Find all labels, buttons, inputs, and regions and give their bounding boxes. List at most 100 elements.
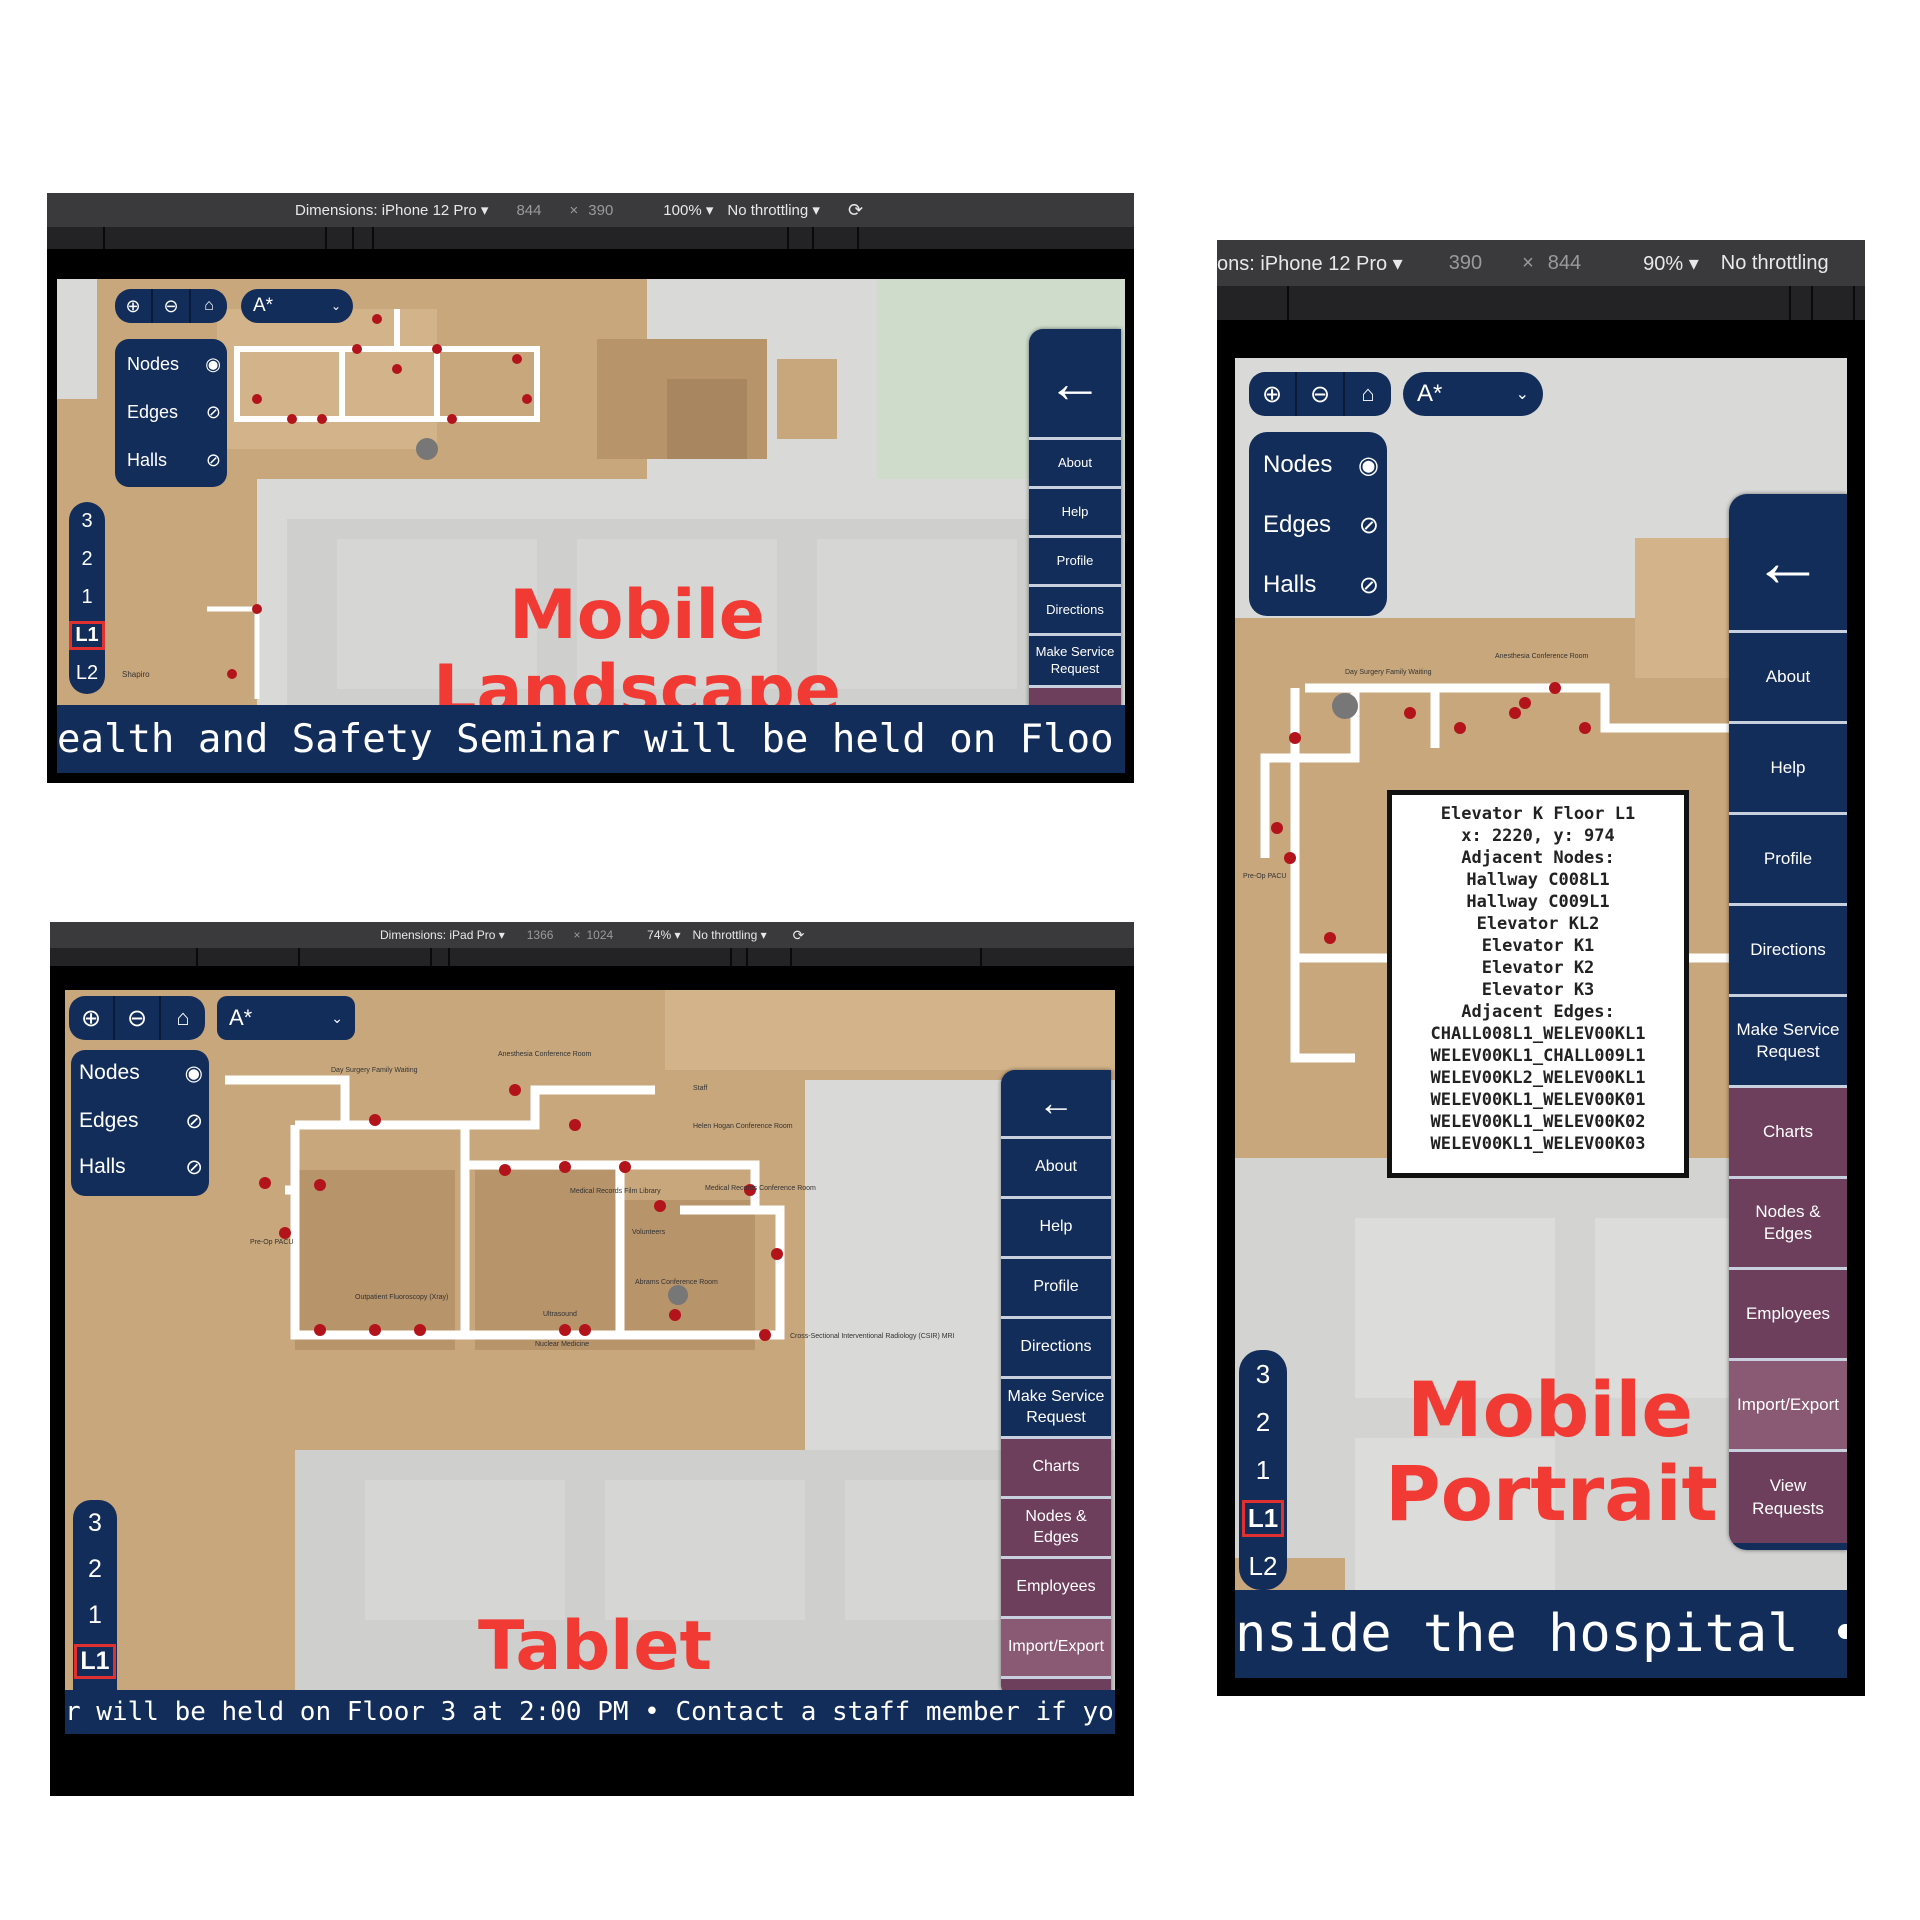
floor-2-button[interactable]: 2 (1239, 1398, 1287, 1446)
zoom-select[interactable]: 74% ▾ (647, 928, 680, 942)
floor-1-button[interactable]: 1 (1239, 1446, 1287, 1494)
menu-employees[interactable]: Employees (1729, 1270, 1847, 1361)
home-button[interactable]: ⌂ (191, 289, 227, 323)
height-field[interactable]: 844 (1548, 252, 1581, 275)
floor-1-button[interactable]: 1 (73, 1592, 117, 1638)
menu-charts[interactable]: Charts (1729, 1088, 1847, 1179)
menu-directions[interactable]: Directions (1729, 906, 1847, 997)
menu-profile[interactable]: Profile (1729, 815, 1847, 906)
menu-nodes-edges[interactable]: Nodes & Edges (1729, 1179, 1847, 1270)
device-select[interactable]: ons: iPhone 12 Pro ▾ (1217, 251, 1403, 276)
menu-profile[interactable]: Profile (1001, 1259, 1111, 1319)
zoom-in-button[interactable]: ⊕ (1249, 372, 1297, 416)
menu-service-request[interactable]: Make Service Request (1729, 997, 1847, 1088)
announcement-ticker: r will be held on Floor 3 at 2:00 PM • C… (65, 1690, 1115, 1734)
landscape-frame: Dimensions: iPhone 12 Pro ▾ 844 × 390 10… (47, 193, 1134, 783)
nodes-toggle[interactable]: Nodes ◉ (1263, 448, 1379, 482)
floor-l1-button[interactable]: L1 (73, 1638, 117, 1684)
home-icon: ⌂ (204, 297, 214, 314)
back-button[interactable]: ← (1001, 1070, 1111, 1139)
menu-import-export[interactable]: Import/Export (1729, 1361, 1847, 1452)
zoom-out-button[interactable]: ⊖ (115, 996, 161, 1040)
popup-line: Hallway C009L1 (1466, 892, 1610, 912)
halls-toggle[interactable]: Halls ⊘ (127, 447, 221, 473)
floor-selector: 3 2 1 L1 L2 (69, 502, 105, 694)
menu-about[interactable]: About (1729, 633, 1847, 724)
side-menu: ← About Help Profile Directions Make Ser… (1001, 1070, 1111, 1698)
width-field[interactable]: 1366 (527, 928, 554, 942)
map-label: Anesthesia Conference Room (498, 1051, 592, 1058)
menu-help[interactable]: Help (1001, 1199, 1111, 1259)
algorithm-select[interactable]: A* ⌄ (217, 996, 355, 1040)
floor-label: 2 (88, 1554, 102, 1583)
layout-label: Mobile Portrait (1385, 1368, 1718, 1535)
floor-1-button[interactable]: 1 (69, 578, 105, 616)
floor-l2-button[interactable]: L2 (69, 654, 105, 692)
edges-toggle[interactable]: Edges ⊘ (79, 1106, 203, 1136)
popup-line: WELEV00KL2_WELEV00KL1 (1430, 1068, 1646, 1088)
map-label: Pre-Op PACU (1243, 873, 1286, 880)
menu-employees[interactable]: Employees (1001, 1559, 1111, 1619)
width-field[interactable]: 390 (1449, 252, 1482, 275)
device-select[interactable]: Dimensions: iPhone 12 Pro ▾ (295, 201, 488, 219)
floor-l2-button[interactable]: L2 (1239, 1542, 1287, 1590)
floor-label: L1 (69, 620, 105, 650)
rotate-icon[interactable]: ⟳ (793, 927, 805, 944)
width-field[interactable]: 844 (516, 202, 541, 219)
halls-toggle[interactable]: Halls ⊘ (1263, 568, 1379, 602)
menu-profile[interactable]: Profile (1029, 538, 1121, 587)
menu-import-export[interactable]: Import/Export (1001, 1619, 1111, 1679)
menu-about[interactable]: About (1001, 1139, 1111, 1199)
zoom-toolbar: ⊕ ⊖ ⌂ (1249, 372, 1391, 416)
zoom-in-icon: ⊕ (125, 295, 141, 316)
menu-service-request[interactable]: Make Service Request (1029, 636, 1121, 688)
floor-2-button[interactable]: 2 (69, 540, 105, 578)
throttle-select[interactable]: No throttling ▾ (727, 201, 820, 219)
algorithm-value: A* (229, 1005, 253, 1030)
floor-3-button[interactable]: 3 (1239, 1350, 1287, 1398)
popup-line: WELEV00KL1_CHALL009L1 (1430, 1046, 1646, 1066)
nodes-toggle[interactable]: Nodes ◉ (79, 1058, 203, 1088)
menu-charts[interactable]: Charts (1001, 1439, 1111, 1499)
nodes-toggle[interactable]: Nodes ◉ (127, 351, 221, 377)
menu-help[interactable]: Help (1729, 724, 1847, 815)
menu-help[interactable]: Help (1029, 489, 1121, 538)
zoom-in-button[interactable]: ⊕ (115, 289, 153, 323)
device-select[interactable]: Dimensions: iPad Pro ▾ (380, 928, 505, 942)
throttle-select[interactable]: No throttling (1721, 252, 1829, 275)
node-info-popup: Elevator K Floor L1 x: 2220, y: 974 Adja… (1387, 790, 1689, 1178)
eye-slash-icon: ⊘ (205, 401, 221, 422)
menu-directions[interactable]: Directions (1001, 1319, 1111, 1379)
floor-3-button[interactable]: 3 (73, 1500, 117, 1546)
zoom-in-button[interactable]: ⊕ (69, 996, 115, 1040)
floor-3-button[interactable]: 3 (69, 502, 105, 540)
ticker-text: ealth and Safety Seminar will be held on… (57, 716, 1114, 762)
back-button[interactable]: ← (1029, 329, 1121, 440)
halls-toggle[interactable]: Halls ⊘ (79, 1152, 203, 1182)
height-field[interactable]: 390 (588, 202, 613, 219)
zoom-out-button[interactable]: ⊖ (1297, 372, 1345, 416)
height-field[interactable]: 1024 (586, 928, 613, 942)
back-button[interactable]: ← (1729, 494, 1847, 633)
rotate-icon[interactable]: ⟳ (848, 200, 863, 221)
edges-toggle[interactable]: Edges ⊘ (1263, 508, 1379, 542)
menu-directions[interactable]: Directions (1029, 587, 1121, 636)
edges-toggle[interactable]: Edges ⊘ (127, 399, 221, 425)
zoom-select[interactable]: 90% ▾ (1643, 251, 1699, 276)
zoom-select[interactable]: 100% ▾ (663, 201, 713, 219)
algorithm-select[interactable]: A* ⌄ (1403, 372, 1543, 416)
visibility-panel: Nodes ◉ Edges ⊘ Halls ⊘ (71, 1050, 209, 1196)
menu-service-request[interactable]: Make Service Request (1001, 1379, 1111, 1439)
home-button[interactable]: ⌂ (1345, 372, 1391, 416)
menu-view-requests[interactable]: View Requests (1729, 1452, 1847, 1543)
floor-selector: 3 2 1 L1 L2 (1239, 1350, 1287, 1590)
menu-about[interactable]: About (1029, 440, 1121, 489)
home-button[interactable]: ⌂ (161, 996, 205, 1040)
floor-l1-button[interactable]: L1 (69, 616, 105, 654)
throttle-select[interactable]: No throttling ▾ (693, 928, 767, 942)
floor-2-button[interactable]: 2 (73, 1546, 117, 1592)
menu-nodes-edges[interactable]: Nodes & Edges (1001, 1499, 1111, 1559)
algorithm-select[interactable]: A* ⌄ (241, 289, 353, 323)
floor-l1-button[interactable]: L1 (1239, 1494, 1287, 1542)
zoom-out-button[interactable]: ⊖ (153, 289, 191, 323)
